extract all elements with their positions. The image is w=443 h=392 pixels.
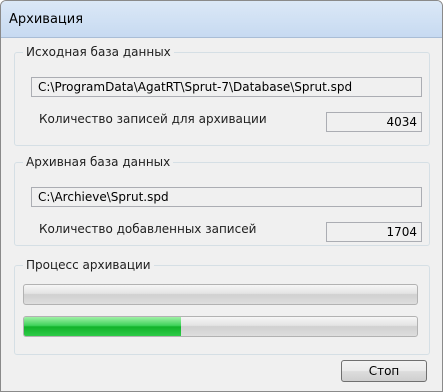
- archive-dialog: Архивация Исходная база данных C:\Progra…: [0, 0, 443, 392]
- title-bar[interactable]: Архивация: [1, 1, 442, 38]
- archive-count-field[interactable]: 1704: [326, 222, 422, 242]
- dialog-body: Исходная база данных C:\ProgramData\Agat…: [1, 38, 442, 391]
- source-database-group: Исходная база данных C:\ProgramData\Agat…: [14, 45, 430, 146]
- archive-database-legend: Архивная база данных: [26, 155, 171, 169]
- source-path-field[interactable]: C:\ProgramData\AgatRT\Sprut-7\Database\S…: [31, 77, 422, 97]
- stop-button[interactable]: Стоп: [341, 360, 427, 382]
- archive-count-label: Количество добавленных записей: [39, 222, 257, 236]
- source-count-label: Количество записей для архивации: [39, 112, 267, 126]
- overall-progress-bar: [23, 284, 418, 305]
- current-progress-bar: [23, 316, 418, 337]
- archive-database-group: Архивная база данных C:\Archieve\Sprut.s…: [14, 155, 430, 246]
- archive-process-legend: Процесс архивации: [26, 258, 151, 272]
- window-title: Архивация: [9, 12, 84, 27]
- current-progress-fill: [24, 317, 182, 336]
- source-database-legend: Исходная база данных: [26, 45, 171, 59]
- archive-path-field[interactable]: C:\Archieve\Sprut.spd: [31, 187, 422, 207]
- archive-process-group: Процесс архивации: [14, 258, 430, 355]
- source-count-field[interactable]: 4034: [326, 112, 422, 132]
